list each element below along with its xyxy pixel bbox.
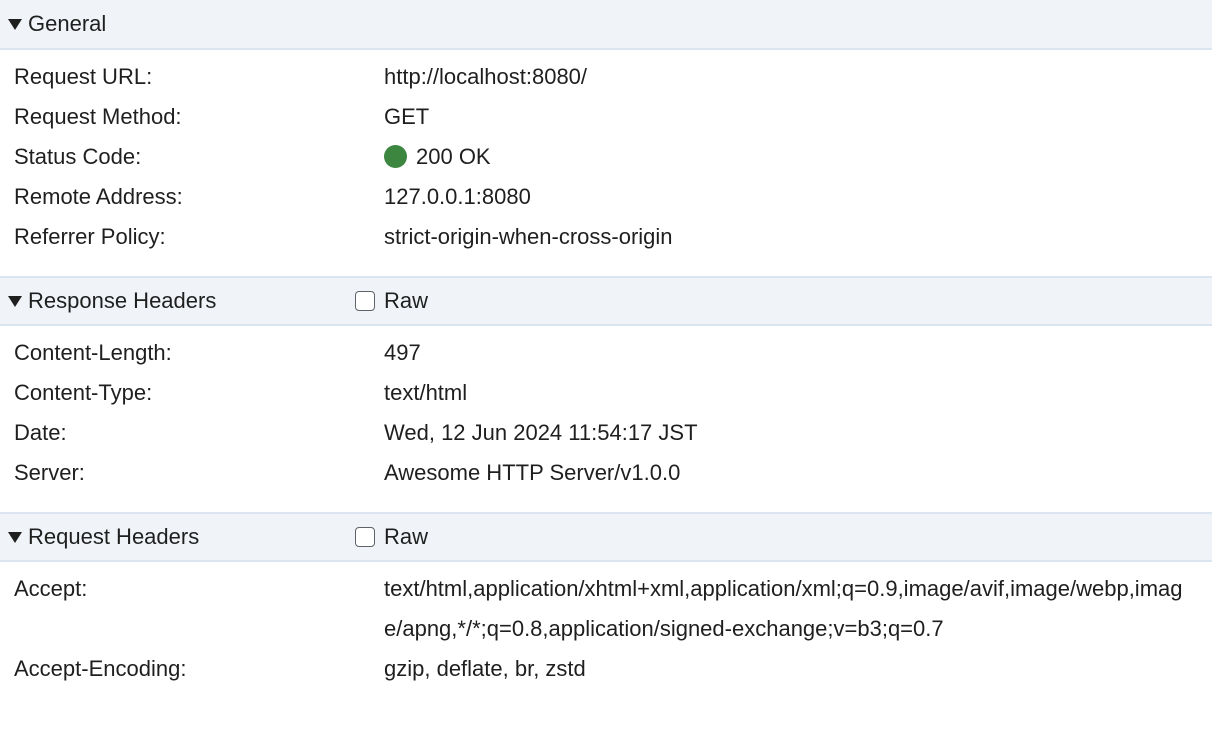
raw-checkbox[interactable] <box>355 291 375 311</box>
status-dot-icon <box>384 145 407 168</box>
response-headers-section-header[interactable]: Response Headers Raw <box>0 276 1212 326</box>
header-value: http://localhost:8080/ <box>384 64 588 89</box>
expand-triangle-icon[interactable] <box>8 295 22 307</box>
header-row: Referrer Policy: strict-origin-when-cros… <box>0 217 1212 257</box>
raw-checkbox[interactable] <box>355 527 375 547</box>
raw-toggle[interactable]: Raw <box>355 288 428 314</box>
header-value: gzip, deflate, br, zstd <box>384 656 586 681</box>
header-value: 497 <box>384 340 421 365</box>
section-title: Response Headers <box>28 288 217 313</box>
header-row: Server: Awesome HTTP Server/v1.0.0 <box>0 453 1212 493</box>
status-text: 200 OK <box>416 144 491 169</box>
header-row: Accept-Encoding: gzip, deflate, br, zstd <box>0 649 1212 689</box>
section-title: Request Headers <box>28 524 200 549</box>
general-rows: Request URL: http://localhost:8080/ Requ… <box>0 50 1212 276</box>
header-key: Referrer Policy: <box>14 224 166 249</box>
response-headers-rows: Content-Length: 497 Content-Type: text/h… <box>0 326 1212 512</box>
header-key: Request Method: <box>14 104 182 129</box>
section-title: General <box>28 11 107 36</box>
header-value: Awesome HTTP Server/v1.0.0 <box>384 460 681 485</box>
request-headers-section-header[interactable]: Request Headers Raw <box>0 512 1212 562</box>
header-row: Request Method: GET <box>0 97 1212 137</box>
header-key: Date: <box>14 420 67 445</box>
header-value: Wed, 12 Jun 2024 11:54:17 JST <box>384 420 698 445</box>
header-value: text/html,application/xhtml+xml,applicat… <box>384 576 1183 641</box>
raw-label[interactable]: Raw <box>384 524 428 550</box>
header-key: Request URL: <box>14 64 153 89</box>
header-key: Accept: <box>14 576 88 601</box>
header-row: Content-Type: text/html <box>0 373 1212 413</box>
header-key: Content-Type: <box>14 380 153 405</box>
header-value: GET <box>384 104 430 129</box>
status-value: 200 OK <box>384 137 1184 177</box>
header-key: Content-Length: <box>14 340 172 365</box>
raw-label[interactable]: Raw <box>384 288 428 314</box>
header-key: Status Code: <box>14 144 142 169</box>
request-headers-rows: Accept: text/html,application/xhtml+xml,… <box>0 562 1212 708</box>
header-row: Accept: text/html,application/xhtml+xml,… <box>0 569 1212 649</box>
header-row: Status Code: 200 OK <box>0 137 1212 177</box>
expand-triangle-icon[interactable] <box>8 18 22 30</box>
expand-triangle-icon[interactable] <box>8 531 22 543</box>
general-section-header[interactable]: General <box>0 0 1212 50</box>
header-value: strict-origin-when-cross-origin <box>384 224 673 249</box>
header-row: Request URL: http://localhost:8080/ <box>0 57 1212 97</box>
header-row: Content-Length: 497 <box>0 333 1212 373</box>
header-key: Server: <box>14 460 85 485</box>
header-value: 127.0.0.1:8080 <box>384 184 531 209</box>
header-key: Remote Address: <box>14 184 183 209</box>
header-row: Date: Wed, 12 Jun 2024 11:54:17 JST <box>0 413 1212 453</box>
header-key: Accept-Encoding: <box>14 656 187 681</box>
header-row: Remote Address: 127.0.0.1:8080 <box>0 177 1212 217</box>
raw-toggle[interactable]: Raw <box>355 524 428 550</box>
header-value: text/html <box>384 380 468 405</box>
